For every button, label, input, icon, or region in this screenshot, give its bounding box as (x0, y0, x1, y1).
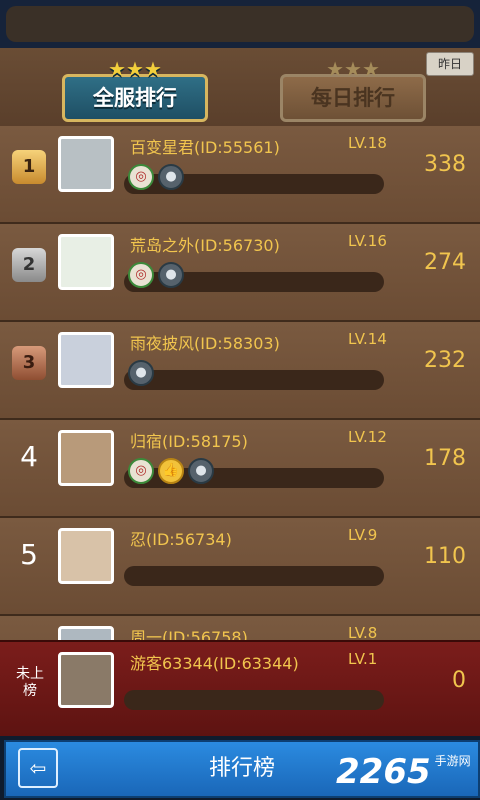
ranking-row[interactable]: 5 忍(ID:56734) LV.9 110 (0, 518, 480, 616)
stars-icon: ★★★ (108, 57, 162, 81)
red-badge-icon: ◎ (128, 164, 154, 190)
ranking-row[interactable]: 3 雨夜披风(ID:58303) LV.14 ● 232 (0, 322, 480, 420)
achievement-bar (124, 690, 384, 710)
achievement-bar (124, 370, 384, 390)
player-level: LV.18 (348, 134, 387, 152)
achievement-icons: ● (128, 360, 154, 388)
player-level: LV.9 (348, 526, 378, 544)
player-name: 周一(ID:56758) (130, 628, 248, 640)
player-score: 178 (424, 446, 466, 471)
rank-badge-gold: 1 (12, 150, 46, 184)
watermark-subtext: 手游网 (434, 754, 471, 768)
tab-daily-ranking[interactable]: ★★★ 每日排行 (280, 59, 426, 122)
player-level: LV.1 (348, 650, 378, 668)
achievement-bar (124, 566, 384, 586)
ranking-list[interactable]: 1 百变星君(ID:55561) LV.18 ◎ ● 338 2 荒岛之外(ID… (0, 126, 480, 640)
avatar[interactable] (58, 332, 114, 388)
ranking-row[interactable]: 周一(ID:56758) LV.8 (0, 616, 480, 640)
rank-number: 4 (20, 440, 38, 473)
yesterday-button[interactable]: 昨日 (426, 52, 474, 76)
achievement-icons: ◎ ● (128, 164, 184, 192)
player-name: 归宿(ID:58175) (130, 432, 248, 451)
avatar[interactable] (58, 136, 114, 192)
mouse-icon: ● (158, 262, 184, 288)
watermark-logo: 2265 手游网 (336, 752, 471, 792)
rank-badge-bronze: 3 (12, 346, 46, 380)
stars-icon: ★★★ (326, 57, 380, 81)
player-level: LV.16 (348, 232, 387, 250)
red-badge-icon: ◎ (128, 458, 154, 484)
player-score: 110 (424, 544, 466, 569)
player-level: LV.12 (348, 428, 387, 446)
player-name: 荒岛之外(ID:56730) (130, 236, 280, 255)
tab-all-label: 全服排行 (93, 86, 177, 110)
bottom-title-bar: ⇦ 排行榜 2265 手游网 (4, 740, 480, 798)
mouse-icon: ● (128, 360, 154, 386)
achievement-icons: ◎ 👍 ● (128, 458, 214, 486)
player-name: 忍(ID:56734) (130, 530, 232, 549)
red-badge-icon: ◎ (128, 262, 154, 288)
player-name: 游客63344(ID:63344) (130, 654, 299, 673)
player-level: LV.14 (348, 330, 387, 348)
ranking-row[interactable]: 4 归宿(ID:58175) LV.12 ◎ 👍 ● 178 (0, 420, 480, 518)
avatar[interactable] (58, 626, 114, 640)
ranking-row[interactable]: 2 荒岛之外(ID:56730) LV.16 ◎ ● 274 (0, 224, 480, 322)
player-score: 232 (424, 348, 466, 373)
not-ranked-text: 未上 榜 (16, 666, 44, 699)
watermark-text: 2265 (336, 752, 431, 792)
player-score: 338 (424, 152, 466, 177)
mouse-icon: ● (188, 458, 214, 484)
bottom-bar: ⇦ 排行榜 2265 手游网 (0, 736, 480, 800)
player-score: 274 (424, 250, 466, 275)
not-ranked-label: 未上 榜 (8, 666, 52, 700)
player-name: 百变星君(ID:55561) (130, 138, 280, 157)
avatar[interactable] (58, 652, 114, 708)
player-score: 0 (452, 668, 466, 693)
avatar[interactable] (58, 528, 114, 584)
tab-all-server-ranking[interactable]: ★★★ 全服排行 (62, 59, 208, 122)
thumbs-up-icon: 👍 (158, 458, 184, 484)
avatar[interactable] (58, 234, 114, 290)
rank-number: 5 (20, 538, 38, 571)
mouse-icon: ● (158, 164, 184, 190)
my-ranking-row[interactable]: 未上 榜 游客63344(ID:63344) LV.1 0 (0, 640, 480, 738)
avatar[interactable] (58, 430, 114, 486)
rank-badge-silver: 2 (12, 248, 46, 282)
top-banner (6, 6, 474, 42)
player-name: 雨夜披风(ID:58303) (130, 334, 280, 353)
achievement-icons: ◎ ● (128, 262, 184, 290)
ranking-header: 昨日 ★★★ 全服排行 ★★★ 每日排行 (0, 48, 480, 128)
player-level: LV.8 (348, 624, 378, 640)
top-status-area (0, 0, 480, 48)
tab-daily-label: 每日排行 (311, 86, 395, 110)
ranking-row[interactable]: 1 百变星君(ID:55561) LV.18 ◎ ● 338 (0, 126, 480, 224)
